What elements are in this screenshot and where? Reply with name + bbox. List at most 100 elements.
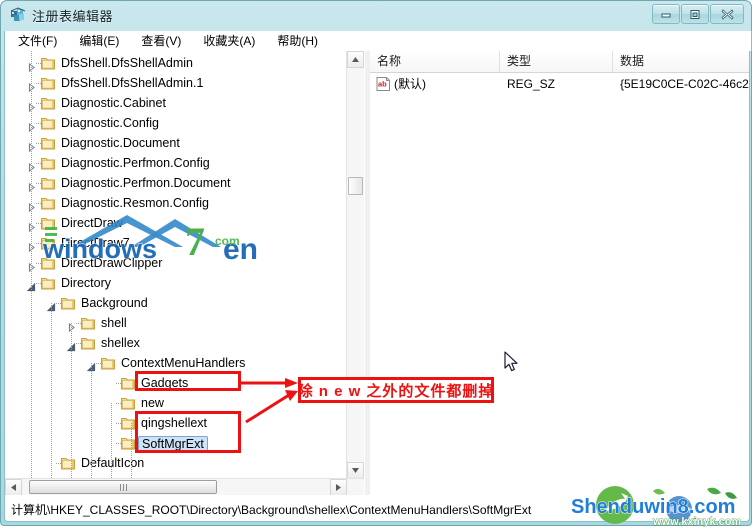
expander-expand-icon[interactable] (67, 319, 78, 333)
values-list-header: 名称 类型 数据 (370, 51, 749, 73)
tree-row[interactable]: Directory (5, 273, 345, 293)
annotation-box-qingshellext-softmgrext (135, 411, 241, 453)
tree-row[interactable]: Diagnostic.Cabinet (5, 93, 345, 113)
folder-icon (101, 356, 117, 370)
watermark-shenduwin8: Shenduwin8.com www.kxinyk.com (567, 485, 752, 528)
folder-icon (41, 76, 57, 90)
svg-text:windows: windows (42, 234, 157, 264)
tree-row[interactable]: DfsShell.DfsShellAdmin (5, 53, 345, 73)
tree-row[interactable]: shell (5, 313, 345, 333)
tree-item-label[interactable]: Diagnostic.Perfmon.Document (61, 176, 231, 190)
window-controls (652, 4, 744, 25)
column-name[interactable]: 名称 (370, 51, 500, 72)
tree-row[interactable]: DefaultIcon (5, 453, 345, 473)
tree-row[interactable]: Diagnostic.Perfmon.Document (5, 173, 345, 193)
close-button[interactable] (710, 4, 744, 24)
folder-icon (121, 396, 137, 410)
tree-scroll-thumb[interactable] (348, 177, 363, 195)
svg-text:7: 7 (185, 219, 205, 264)
menu-file[interactable]: 文件(F) (9, 32, 66, 50)
window-title: 注册表编辑器 (32, 9, 114, 24)
tree-item-label[interactable]: Diagnostic.Perfmon.Config (61, 156, 210, 170)
menu-favorites[interactable]: 收藏夹(A) (194, 32, 264, 50)
expander-collapse-icon[interactable] (86, 359, 98, 372)
svg-text:com: com (215, 234, 240, 248)
svg-text:www.kxinyk.com: www.kxinyk.com (652, 516, 741, 527)
watermark-windows7en: windows en com 7 (35, 203, 303, 267)
folder-icon (81, 336, 97, 350)
tree-row[interactable]: new (5, 393, 345, 413)
menu-help[interactable]: 帮助(H) (268, 32, 327, 50)
tree-row[interactable]: Diagnostic.Document (5, 133, 345, 153)
tree-row[interactable]: Diagnostic.Config (5, 113, 345, 133)
folder-icon (81, 316, 97, 330)
tree-item-label[interactable]: shell (101, 316, 127, 330)
registry-editor-icon (10, 7, 27, 24)
tree-guide-line (51, 303, 52, 496)
menu-edit[interactable]: 编辑(E) (70, 32, 128, 50)
tree-guide-line (31, 51, 32, 496)
table-row[interactable]: ab (默认) REG_SZ {5E19C0CE-C02C-46c2 (370, 74, 749, 94)
folder-icon (41, 96, 57, 110)
expander-expand-icon[interactable] (27, 139, 38, 153)
tree-item-label[interactable]: Diagnostic.Cabinet (61, 96, 166, 110)
registry-editor-window: 注册表编辑器 文件(F) 编辑(E) 查看(V) 收藏夹(A) 帮助(H) Df… (0, 0, 752, 528)
tree-row[interactable]: ContextMenuHandlers (5, 353, 345, 373)
tree-item-label[interactable]: shellex (101, 336, 140, 350)
expander-expand-icon[interactable] (27, 119, 38, 133)
tree-row[interactable]: DfsShell.DfsShellAdmin.1 (5, 73, 345, 93)
scroll-down-button[interactable] (347, 462, 364, 479)
title-bar[interactable]: 注册表编辑器 (1, 1, 751, 30)
expander-collapse-icon[interactable] (26, 279, 38, 292)
cell-name: (默认) (394, 77, 426, 91)
status-path: 计算机\HKEY_CLASSES_ROOT\Directory\Backgrou… (11, 503, 532, 517)
tree-row[interactable]: Diagnostic.Perfmon.Config (5, 153, 345, 173)
tree-guide-line (91, 363, 92, 483)
expander-expand-icon[interactable] (27, 179, 38, 193)
folder-icon (61, 296, 77, 310)
string-value-icon: ab (376, 77, 391, 91)
tree-item-label[interactable]: Diagnostic.Document (61, 136, 180, 150)
tree-horizontal-scrollbar[interactable] (5, 478, 364, 496)
tree-item-label[interactable]: DfsShell.DfsShellAdmin (61, 56, 193, 70)
mouse-cursor (504, 351, 519, 373)
scroll-up-button[interactable] (347, 51, 364, 68)
tree-guide-line (71, 323, 72, 496)
folder-icon (41, 56, 57, 70)
tree-vertical-scrollbar[interactable] (346, 51, 364, 479)
tree-item-label[interactable]: Directory (61, 276, 111, 290)
tree-row[interactable]: shellex (5, 333, 345, 353)
tree-item-label[interactable]: Diagnostic.Config (61, 116, 159, 130)
tree-hscroll-thumb[interactable] (29, 480, 217, 494)
expander-collapse-icon[interactable] (66, 339, 78, 352)
expander-expand-icon[interactable] (27, 79, 38, 93)
cell-data: {5E19C0CE-C02C-46c2 (620, 77, 749, 91)
expander-expand-icon[interactable] (27, 59, 38, 73)
tree-item-label[interactable]: DfsShell.DfsShellAdmin.1 (61, 76, 203, 90)
folder-icon (41, 176, 57, 190)
expander-expand-icon[interactable] (27, 99, 38, 113)
folder-icon (41, 156, 57, 170)
tree-item-label[interactable]: ContextMenuHandlers (121, 356, 245, 370)
scroll-right-button[interactable] (330, 479, 347, 496)
client-area: DfsShell.DfsShellAdmin DfsShell.DfsShellA… (4, 51, 750, 496)
expander-collapse-icon[interactable] (46, 299, 58, 312)
folder-icon (41, 276, 57, 290)
folder-icon (41, 136, 57, 150)
maximize-button[interactable] (681, 4, 709, 24)
folder-icon (41, 116, 57, 130)
column-type[interactable]: 类型 (500, 51, 613, 72)
values-list-pane[interactable]: 名称 类型 数据 ab (默认) REG_SZ {5E19C0CE-C02C-4… (370, 51, 749, 496)
expander-expand-icon[interactable] (27, 159, 38, 173)
menu-bar: 文件(F) 编辑(E) 查看(V) 收藏夹(A) 帮助(H) (4, 31, 752, 51)
annotation-label: 除 n e w 之外的文件都删掉 (298, 377, 494, 403)
minimize-button[interactable] (652, 4, 680, 24)
svg-text:Shenduwin8.com: Shenduwin8.com (571, 496, 735, 518)
tree-item-label[interactable]: Background (81, 296, 148, 310)
menu-view[interactable]: 查看(V) (132, 32, 190, 50)
column-data[interactable]: 数据 (613, 51, 749, 72)
tree-row[interactable]: Background (5, 293, 345, 313)
cell-type: REG_SZ (507, 77, 556, 91)
tree-item-label[interactable]: new (141, 396, 164, 410)
scroll-left-button[interactable] (5, 479, 22, 496)
